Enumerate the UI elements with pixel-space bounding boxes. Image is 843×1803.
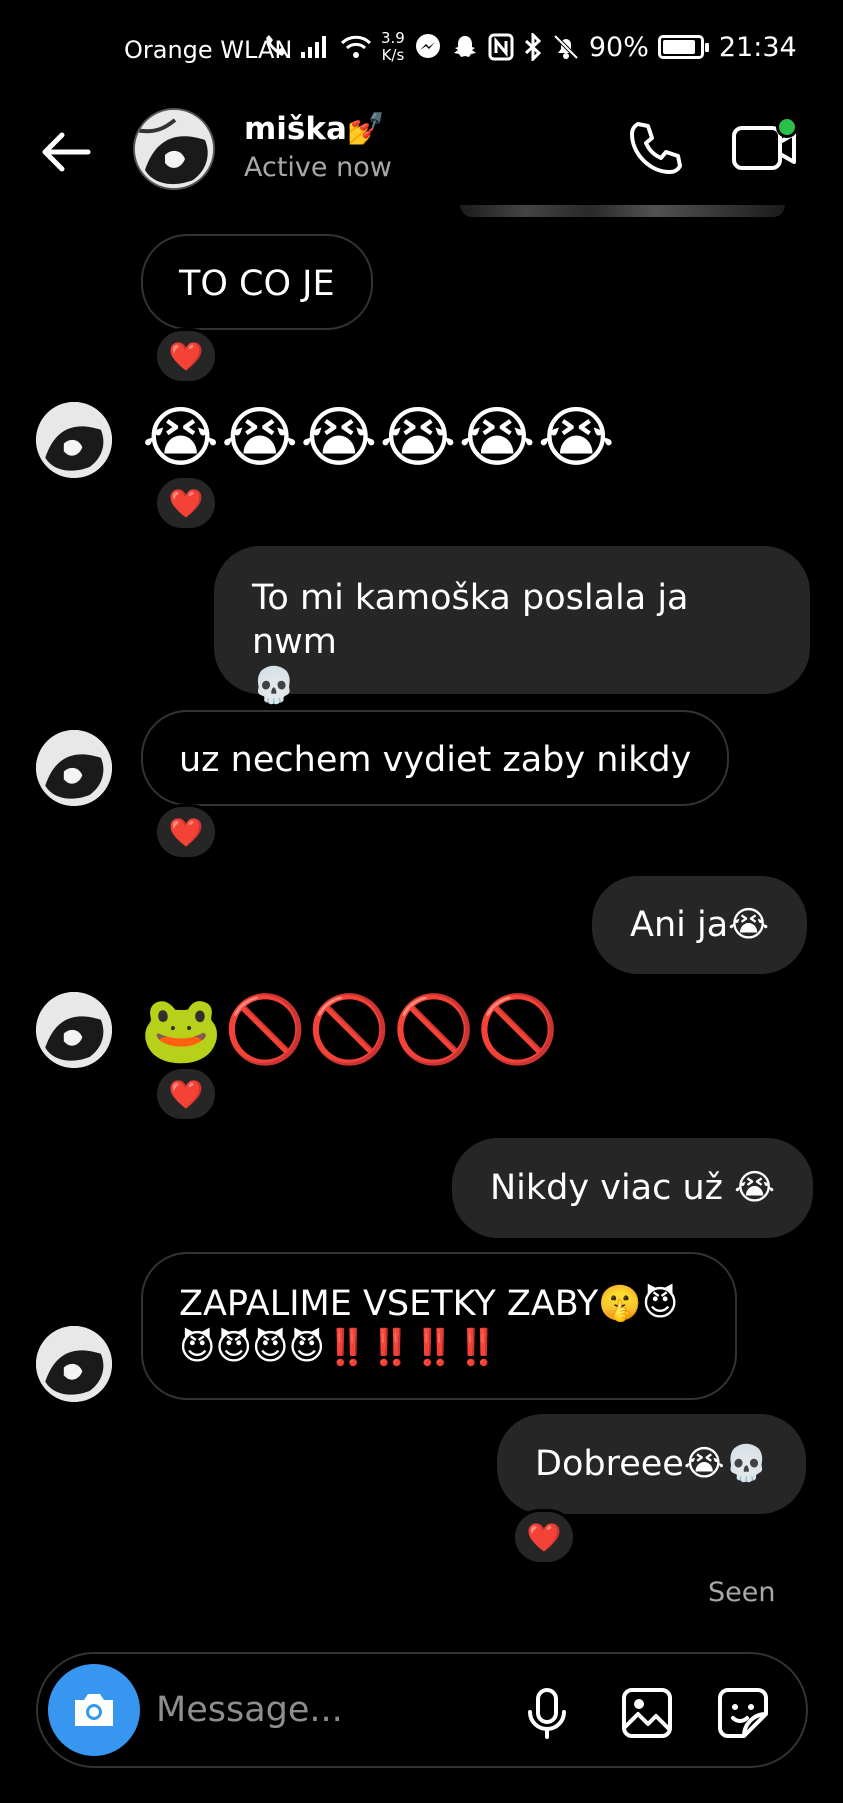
incoming-message[interactable]: uz nechem vydiet zaby nikdy [141, 710, 730, 806]
online-indicator [776, 116, 798, 138]
signal-icon [301, 36, 326, 58]
message-composer [36, 1652, 808, 1768]
back-button[interactable] [36, 122, 96, 182]
heart-reaction[interactable]: ❤️ [154, 804, 218, 860]
gallery-icon [622, 1688, 672, 1738]
sticker-icon [718, 1688, 768, 1738]
camera-icon [75, 1694, 113, 1726]
speed-value: 3.9 [381, 29, 405, 47]
microphone-icon [528, 1688, 566, 1739]
heart-emoji: ❤️ [526, 1520, 562, 1554]
outgoing-message[interactable]: Dobreee😭💀 [497, 1414, 807, 1514]
clock: 21:34 [718, 31, 797, 63]
heart-emoji: ❤️ [168, 1077, 204, 1111]
heart-emoji: ❤️ [168, 815, 204, 849]
back-arrow-icon [42, 132, 91, 172]
avatar-image [36, 992, 112, 1068]
sticker-button[interactable] [714, 1684, 772, 1742]
sender-avatar[interactable] [36, 402, 112, 478]
heart-reaction[interactable]: ❤️ [154, 328, 218, 384]
outgoing-message[interactable]: Nikdy viac už 😭 [452, 1138, 814, 1238]
heart-emoji: ❤️ [168, 486, 204, 520]
wifi-call-icon [266, 35, 286, 56]
sender-avatar[interactable] [36, 1326, 112, 1402]
incoming-emoji-message[interactable]: 🐸🚫🚫🚫🚫 [140, 992, 561, 1068]
active-status: Active now [244, 152, 392, 183]
message-text-line-1: To mi kamoška poslala ja nwm [252, 578, 689, 662]
avatar-image [135, 110, 213, 188]
chat-header: miška💅 Active now [0, 100, 843, 210]
camera-button[interactable] [48, 1664, 140, 1756]
message-text-line-2: 😈😈😈😈‼️‼️‼️‼️ [179, 1328, 500, 1368]
message-text-line-1: ZAPALIME VSETKY ZABY🤫😈 [179, 1284, 679, 1324]
phone-icon [630, 122, 682, 174]
heart-reaction[interactable]: ❤️ [154, 475, 218, 531]
message-text: Ani ja😭 [630, 905, 770, 945]
speed-unit: K/s [381, 46, 405, 64]
heart-emoji: ❤️ [168, 339, 204, 373]
status-icons: 3.9 K/s 90% 21:34 [262, 30, 797, 64]
message-text: uz nechem vydiet zaby nikdy [179, 740, 692, 780]
gallery-button[interactable] [618, 1684, 676, 1742]
video-call-button[interactable] [730, 116, 802, 180]
nail-polish-emoji: 💅 [346, 111, 386, 147]
snapchat-icon [453, 36, 476, 57]
network-speed: 3.9 K/s [381, 30, 405, 64]
heart-reaction[interactable]: ❤️ [512, 1509, 576, 1565]
battery-percent: 90% [588, 31, 649, 63]
mute-icon [553, 34, 579, 60]
avatar-image [36, 730, 112, 806]
sender-avatar[interactable] [36, 730, 112, 806]
bluetooth-icon [524, 33, 542, 61]
outgoing-message[interactable]: To mi kamoška poslala ja nwm 💀 [214, 546, 810, 706]
voice-message-button[interactable] [518, 1684, 576, 1742]
contact-name[interactable]: miška💅 [244, 110, 386, 147]
message-text: TO CO JE [179, 264, 335, 304]
contact-avatar[interactable] [133, 108, 215, 190]
nfc-icon [488, 33, 514, 61]
message-input[interactable] [156, 1682, 456, 1738]
contact-name-text: miška [244, 111, 347, 147]
messenger-icon [415, 34, 440, 58]
audio-call-button[interactable] [624, 118, 686, 180]
message-text: Dobreee😭💀 [535, 1444, 769, 1484]
message-text: Nikdy viac už 😭 [490, 1168, 776, 1208]
outgoing-message[interactable]: Ani ja😭 [592, 876, 808, 974]
message-text: 🐸🚫🚫🚫🚫 [140, 991, 561, 1068]
sender-avatar[interactable] [36, 992, 112, 1068]
incoming-message[interactable]: TO CO JE [141, 234, 373, 330]
battery-icon [657, 35, 709, 59]
heart-reaction[interactable]: ❤️ [154, 1066, 218, 1122]
avatar-image [36, 402, 112, 478]
incoming-emoji-message[interactable]: 😭😭😭😭😭😭 [142, 400, 617, 476]
message-text: 😭😭😭😭😭😭 [142, 399, 617, 476]
avatar-image [36, 1326, 112, 1402]
status-bar: Orange WLAN 3.9 K/s 90% 21:34 [0, 0, 843, 100]
incoming-message[interactable]: ZAPALIME VSETKY ZABY🤫😈 😈😈😈😈‼️‼️‼️‼️ [141, 1252, 737, 1400]
wifi-icon [340, 35, 372, 58]
message-text-line-2: 💀 [252, 666, 296, 706]
seen-indicator: Seen [708, 1577, 776, 1608]
previous-photo-message[interactable] [460, 205, 785, 217]
battery-fill [662, 40, 696, 54]
